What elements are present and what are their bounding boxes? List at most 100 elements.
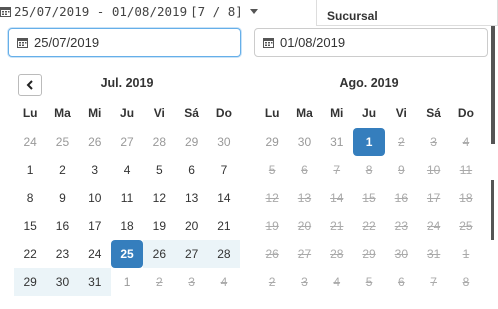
- calendar-grid: Lu Ma Mi Ju Vi Sá Do 29 30 31 1 2 3 4 5 6 7 8 9 10 11 12 13 14 1…: [256, 98, 482, 296]
- day-cell: 23: [394, 219, 409, 233]
- day-cell[interactable]: 8: [14, 184, 46, 212]
- day-cell[interactable]: 12: [143, 184, 175, 212]
- calendar-icon: [17, 38, 28, 48]
- weekday-header: Lu: [264, 106, 280, 120]
- day-cell: 6: [301, 163, 308, 177]
- day-cell[interactable]: 19: [143, 212, 175, 240]
- weekday-header: Do: [215, 106, 232, 120]
- day-cell[interactable]: 30: [288, 128, 320, 156]
- day-cell: 4: [220, 275, 228, 289]
- month-title: Ago. 2019: [339, 76, 399, 90]
- calendar-header: Ago. 2019: [256, 72, 482, 98]
- weekday-header: Vi: [395, 106, 407, 120]
- date-range-label: 25/07/2019 - 01/08/2019: [14, 3, 188, 19]
- end-date-field[interactable]: [254, 28, 488, 57]
- date-range-trigger[interactable]: 25/07/2019 - 01/08/2019 [7 / 8]: [0, 1, 258, 21]
- day-cell[interactable]: 11: [111, 184, 143, 212]
- weekday-header: Vi: [153, 106, 165, 120]
- day-cell[interactable]: 2: [46, 156, 78, 184]
- day-cell[interactable]: 9: [46, 184, 78, 212]
- calendar-icon: [0, 6, 11, 17]
- edge-divider: [491, 180, 494, 240]
- weekday-header: Do: [457, 106, 474, 120]
- day-cell[interactable]: 6: [175, 156, 207, 184]
- day-cell[interactable]: 30: [208, 128, 240, 156]
- day-cell: 20: [297, 219, 312, 233]
- day-cell[interactable]: 10: [79, 184, 111, 212]
- day-cell: 30: [394, 247, 409, 261]
- day-cell[interactable]: 5: [143, 156, 175, 184]
- day-cell[interactable]: 20: [175, 212, 207, 240]
- day-cell: 14: [330, 191, 344, 205]
- day-cell[interactable]: 22: [14, 240, 46, 268]
- day-cell[interactable]: 29: [175, 128, 207, 156]
- selected-day-cell[interactable]: 1: [352, 128, 386, 156]
- day-cell[interactable]: 21: [208, 212, 240, 240]
- day-cell: 27: [297, 247, 312, 261]
- day-cell[interactable]: 23: [46, 240, 78, 268]
- calendar-grid: Lu Ma Mi Ju Vi Sá Do 24 25 26 27 28 29 30 1 2 3 4 5 6 7 8 9 10 1…: [14, 98, 241, 296]
- weekday-header: Ju: [362, 106, 377, 120]
- day-cell: 29: [362, 247, 376, 261]
- day-cell[interactable]: 31: [321, 128, 353, 156]
- day-cell[interactable]: 29: [256, 128, 288, 156]
- day-cell: 25: [459, 219, 473, 233]
- day-cell: 9: [397, 163, 405, 177]
- day-cell: 7: [333, 163, 341, 177]
- day-cell[interactable]: 26: [79, 128, 111, 156]
- day-cell: 28: [330, 247, 344, 261]
- weekday-header: Ma: [54, 106, 71, 120]
- day-cell: 17: [426, 191, 441, 205]
- day-cell: 8: [462, 275, 470, 289]
- day-cell[interactable]: 14: [208, 184, 240, 212]
- calendar-header: Jul. 2019: [14, 72, 240, 98]
- day-cell: 4: [462, 135, 470, 149]
- day-cell[interactable]: 26: [143, 240, 176, 268]
- day-cell: 11: [459, 163, 473, 177]
- edge-divider: [491, 26, 495, 144]
- day-cell[interactable]: 18: [111, 212, 143, 240]
- day-cell: 12: [265, 191, 279, 205]
- day-cell[interactable]: 17: [79, 212, 111, 240]
- weekday-header: Sá: [184, 106, 199, 120]
- day-cell[interactable]: 15: [14, 212, 46, 240]
- day-cell[interactable]: 28: [143, 128, 175, 156]
- day-cell: 22: [362, 219, 376, 233]
- selected-day-cell[interactable]: 25: [110, 240, 144, 268]
- day-cell: 2: [155, 275, 163, 289]
- weekday-header: Mi: [88, 106, 102, 120]
- day-cell[interactable]: 27: [111, 128, 143, 156]
- day-cell: 5: [268, 163, 276, 177]
- weekday-header: Ju: [120, 106, 135, 120]
- day-cell: 15: [362, 191, 376, 205]
- day-cell[interactable]: 4: [111, 156, 143, 184]
- day-cell[interactable]: 1: [14, 156, 46, 184]
- day-cell[interactable]: 13: [175, 184, 207, 212]
- day-cell[interactable]: 1: [111, 268, 143, 296]
- day-cell[interactable]: 28: [207, 240, 241, 268]
- day-cell[interactable]: 16: [46, 212, 78, 240]
- day-cell[interactable]: 7: [208, 156, 240, 184]
- day-cell[interactable]: 3: [79, 156, 111, 184]
- date-range-count: [7 / 8]: [190, 3, 243, 19]
- sucursal-header[interactable]: Sucursal: [316, 0, 498, 26]
- month-title: Jul. 2019: [100, 76, 154, 90]
- day-cell[interactable]: 24: [79, 240, 111, 268]
- end-date-input[interactable]: [280, 35, 440, 50]
- day-cell[interactable]: 24: [14, 128, 46, 156]
- day-cell[interactable]: 25: [46, 128, 78, 156]
- day-cell: 5: [365, 275, 373, 289]
- day-cell: 19: [265, 219, 279, 233]
- day-cell: 8: [365, 163, 373, 177]
- day-cell[interactable]: 30: [46, 268, 79, 296]
- start-date-input[interactable]: [34, 35, 194, 50]
- day-cell: 31: [426, 247, 441, 261]
- day-cell[interactable]: 31: [78, 268, 111, 296]
- start-date-field[interactable]: [8, 28, 241, 57]
- day-cell: 3: [430, 135, 437, 149]
- weekday-header: Ma: [296, 106, 313, 120]
- day-cell[interactable]: 27: [175, 240, 208, 268]
- day-cell[interactable]: 29: [14, 268, 47, 296]
- day-cell: 16: [394, 191, 409, 205]
- day-cell: 24: [426, 219, 441, 233]
